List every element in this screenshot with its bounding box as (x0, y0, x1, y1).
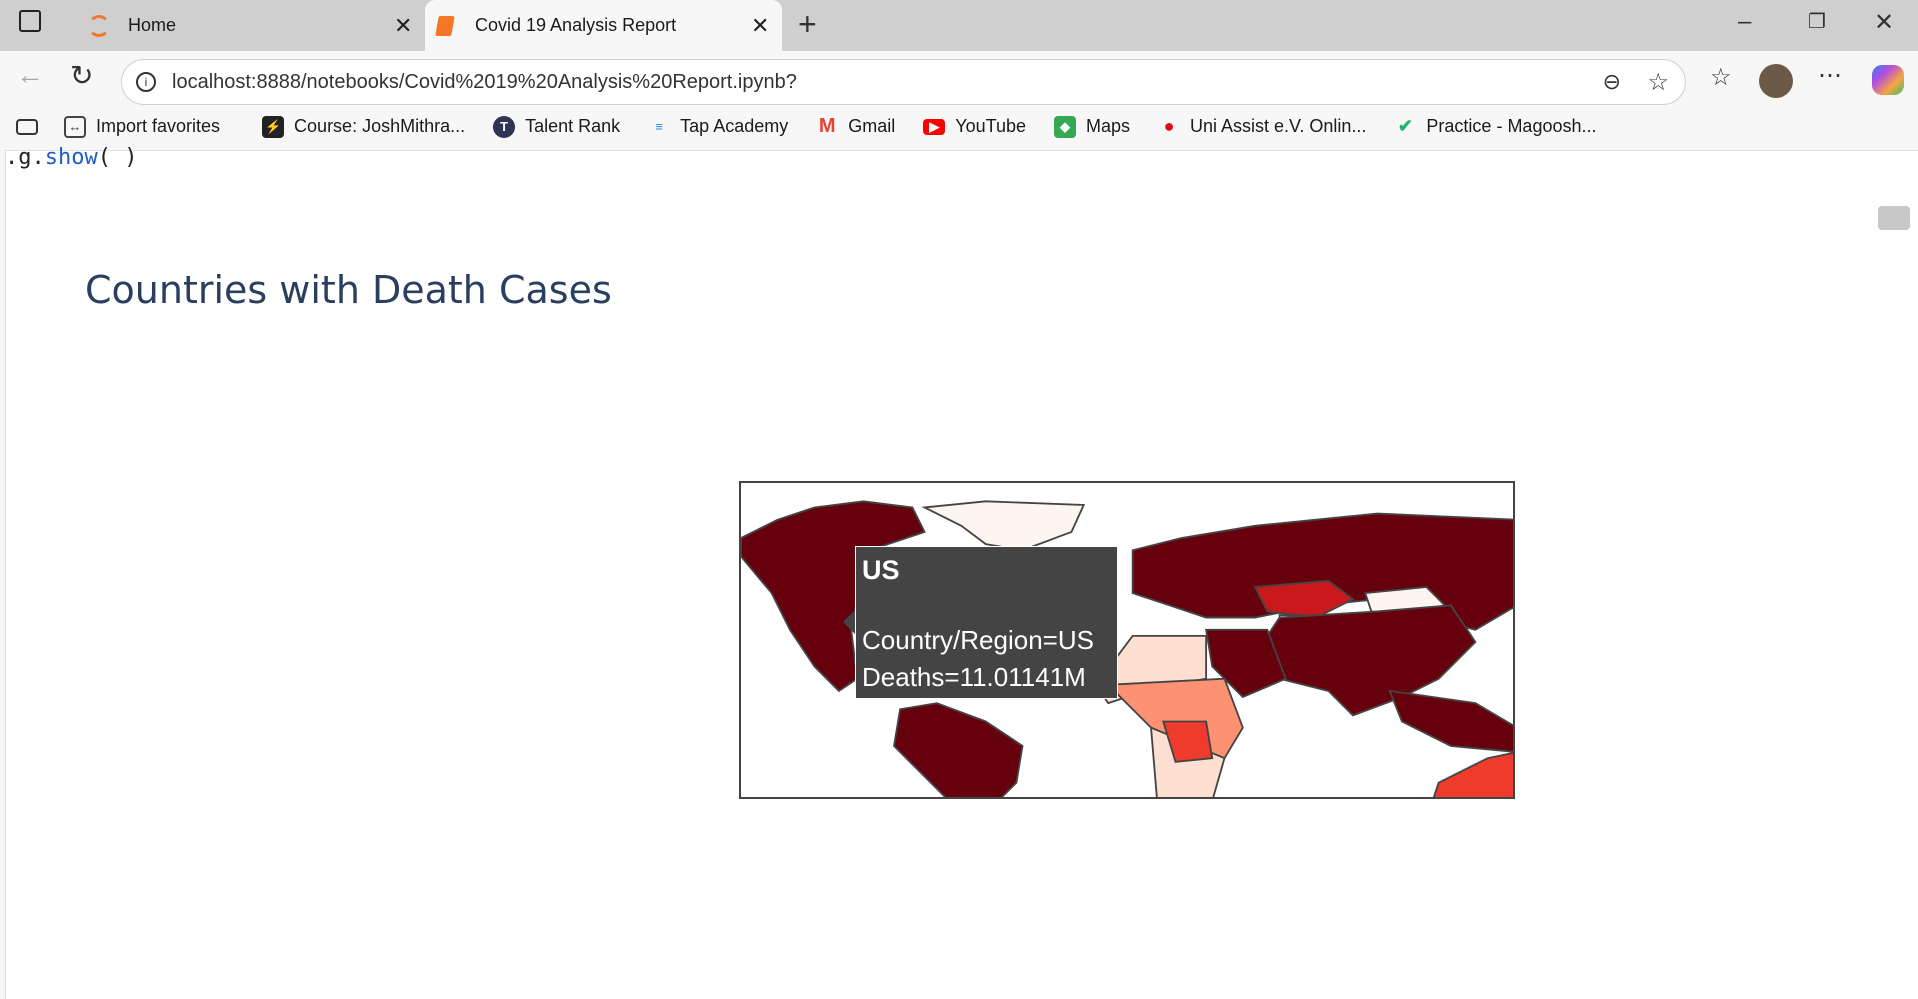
region-australia[interactable] (1432, 751, 1515, 799)
bookmark-label: YouTube (955, 116, 1026, 136)
tooltip-pointer (843, 610, 855, 634)
bookmark-label: Gmail (848, 116, 896, 136)
close-window-icon[interactable]: ✕ (1874, 8, 1894, 37)
bookmark-joshmithra[interactable]: ⚡ Course: JoshMithra... (262, 115, 466, 138)
tab-bar: Home ✕ Covid 19 Analysis Report ✕ + – ❐ … (0, 0, 1918, 51)
bookmark-uni-assist[interactable]: ● Uni Assist e.V. Onlin... (1158, 116, 1367, 138)
bookmarks-bar: ↔ Import favorites ⚡ Course: JoshMithra...… (0, 103, 1918, 150)
region-southeast-asia[interactable] (1388, 689, 1515, 753)
bookmark-label: Maps (1085, 116, 1130, 136)
gmail-icon: M (818, 115, 836, 137)
tab-home[interactable]: Home ✕ (70, 0, 420, 51)
close-tab-icon[interactable]: ✕ (751, 13, 769, 39)
bookmark-magoosh[interactable]: ✔ Practice - Magoosh... (1394, 116, 1597, 138)
chart-title: Countries with Death Cases (85, 268, 612, 312)
code-prefix: .g. (5, 145, 45, 170)
tab-covid-report[interactable]: Covid 19 Analysis Report ✕ (425, 0, 782, 51)
zoom-out-icon[interactable]: ⊖ (1603, 69, 1621, 95)
close-tab-icon[interactable]: ✕ (394, 13, 412, 39)
copilot-icon[interactable] (1872, 65, 1904, 95)
bolt-icon: ⚡ (262, 115, 285, 138)
info-icon: i (136, 72, 156, 92)
bookmark-tap-academy[interactable]: ≡ Tap Academy (648, 116, 788, 138)
code-cell-fragment: .g.show( ) (5, 145, 137, 170)
minimize-icon[interactable]: – (1738, 8, 1751, 36)
favorite-star-icon[interactable]: ☆ (1647, 68, 1669, 97)
tooltip-deaths: Deaths=11.01141M (862, 662, 1086, 692)
tab-label: Covid 19 Analysis Report (475, 15, 677, 35)
restore-icon[interactable]: ❐ (1808, 9, 1826, 34)
url-input[interactable]: i localhost:8888/notebooks/Covid%2019%20… (121, 59, 1686, 105)
new-tab-icon[interactable]: + (798, 6, 817, 43)
bookmark-maps[interactable]: ◆ Maps (1053, 115, 1130, 138)
bookmark-gmail[interactable]: M Gmail (816, 115, 896, 138)
region-greenland[interactable] (921, 500, 1086, 552)
refresh-icon[interactable]: ↻ (70, 59, 93, 92)
back-icon[interactable]: ← (16, 59, 44, 91)
sidebar-toggle-icon[interactable] (19, 10, 41, 32)
tooltip-country: Country/Region=US (862, 625, 1094, 655)
tab-label: Home (128, 15, 177, 35)
bookmark-label: Uni Assist e.V. Onlin... (1190, 116, 1367, 136)
t-logo-icon: T (493, 115, 516, 138)
bookmark-label: Course: JoshMithra... (294, 116, 466, 136)
favorites-icon[interactable]: ☆ (1710, 63, 1732, 92)
bookmark-talent-rank[interactable]: T Talent Rank (493, 115, 621, 138)
youtube-icon: ▶ (923, 118, 946, 135)
more-icon[interactable]: ⋯ (1818, 61, 1842, 90)
bookmark-label: Tap Academy (680, 116, 789, 136)
tooltip-title: US (862, 555, 900, 585)
magoosh-icon: ✔ (1397, 116, 1413, 136)
url-text: localhost:8888/notebooks/Covid%2019%20An… (172, 70, 797, 93)
bookmark-import-favorites[interactable]: ↔ Import favorites (64, 115, 221, 138)
jupyter-icon (88, 14, 110, 37)
notebook-icon (435, 15, 455, 36)
uni-assist-icon: ● (1163, 116, 1175, 136)
bookmark-label: Talent Rank (525, 116, 621, 136)
collections-icon[interactable] (16, 118, 38, 135)
import-icon: ↔ (64, 115, 86, 138)
camera-icon[interactable] (1878, 206, 1910, 230)
code-suffix: ( ) (97, 145, 138, 170)
bookmark-label: Practice - Magoosh... (1426, 116, 1597, 136)
bookmark-youtube[interactable]: ▶ YouTube (923, 116, 1026, 137)
bookmark-label: Import favorites (96, 116, 221, 136)
region-south-america[interactable] (893, 702, 1024, 799)
address-bar-row: ← ↻ i localhost:8888/notebooks/Covid%201… (0, 51, 1918, 105)
hover-tooltip: US Country/Region=US Deaths=11.01141M (855, 546, 1118, 699)
maps-icon: ◆ (1053, 115, 1076, 138)
code-method: show (44, 145, 98, 170)
profile-avatar[interactable] (1759, 64, 1793, 98)
tap-academy-icon: ≡ (655, 119, 663, 134)
